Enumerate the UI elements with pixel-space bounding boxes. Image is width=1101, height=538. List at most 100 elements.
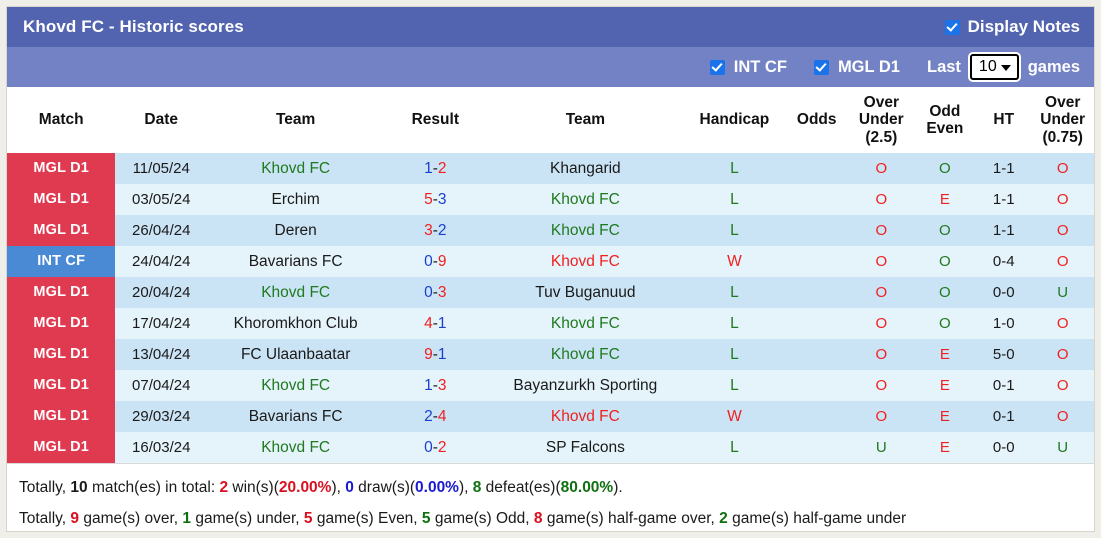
cell-match[interactable]: MGL D1 bbox=[7, 432, 116, 464]
cell-ht: 1-0 bbox=[976, 308, 1032, 340]
cell-over-under-25: O bbox=[849, 308, 914, 340]
cell-odds bbox=[784, 215, 850, 247]
display-notes-label[interactable]: Display Notes bbox=[968, 17, 1080, 37]
cell-team-home[interactable]: Bavarians FC bbox=[207, 401, 385, 433]
int-cf-label[interactable]: INT CF bbox=[734, 58, 787, 77]
league-badge: MGL D1 bbox=[7, 432, 116, 464]
cell-result[interactable]: 4-1 bbox=[384, 308, 487, 340]
cell-result[interactable]: 0-3 bbox=[384, 277, 487, 309]
cell-result[interactable]: 1-3 bbox=[384, 370, 487, 402]
score-home: 4 bbox=[424, 314, 433, 332]
cell-team-home[interactable]: Khovd FC bbox=[207, 370, 385, 402]
col-over-under-25[interactable]: Over Under (2.5) bbox=[849, 87, 914, 154]
ou25-value: O bbox=[875, 191, 888, 209]
cell-team-home[interactable]: Khovd FC bbox=[207, 153, 385, 185]
s1-p7: defeat(es)( bbox=[481, 479, 561, 497]
cell-match[interactable]: INT CF bbox=[7, 246, 116, 278]
historic-scores-panel: Khovd FC - Historic scores Display Notes… bbox=[6, 6, 1095, 532]
cell-result[interactable]: 9-1 bbox=[384, 339, 487, 371]
cell-match[interactable]: MGL D1 bbox=[7, 277, 116, 309]
cell-team-away[interactable]: SP Falcons bbox=[486, 432, 685, 464]
ou25-value: O bbox=[875, 160, 888, 178]
int-cf-checkbox[interactable] bbox=[709, 59, 725, 75]
table-row[interactable]: MGL D1 20/04/24 Khovd FC 0-3 Tuv Buganuud L O O… bbox=[7, 277, 1094, 309]
page-root: Khovd FC - Historic scores Display Notes… bbox=[0, 0, 1101, 538]
cell-match[interactable]: MGL D1 bbox=[7, 215, 116, 247]
table-row[interactable]: MGL D1 13/04/24 FC Ulaanbaatar 9-1 Khovd FC L… bbox=[7, 339, 1094, 371]
cell-team-away[interactable]: Khovd FC bbox=[486, 339, 685, 371]
cell-team-home[interactable]: Bavarians FC bbox=[207, 246, 385, 278]
cell-date: 07/04/24 bbox=[115, 370, 208, 402]
mgl-d1-label[interactable]: MGL D1 bbox=[838, 58, 900, 77]
s2-p2: game(s) over, bbox=[79, 510, 183, 528]
s2-p1: Totally, bbox=[19, 510, 71, 528]
cell-handicap: L bbox=[684, 184, 785, 216]
cell-team-home[interactable]: Erchim bbox=[207, 184, 385, 216]
cell-team-away[interactable]: Khovd FC bbox=[486, 401, 685, 433]
cell-team-home[interactable]: Khovd FC bbox=[207, 277, 385, 309]
cell-team-home[interactable]: FC Ulaanbaatar bbox=[207, 339, 385, 371]
odd-even-value: O bbox=[939, 315, 951, 333]
table-row[interactable]: INT CF 24/04/24 Bavarians FC 0-9 Khovd FC W O O… bbox=[7, 246, 1094, 278]
table-row[interactable]: MGL D1 07/04/24 Khovd FC 1-3 Bayanzurkh Spor… bbox=[7, 370, 1094, 402]
mgl-d1-checkbox[interactable] bbox=[813, 59, 829, 75]
cell-match[interactable]: MGL D1 bbox=[7, 370, 116, 402]
games-count-select[interactable]: 10 bbox=[969, 54, 1019, 80]
cell-team-away[interactable]: Khovd FC bbox=[486, 246, 685, 278]
cell-team-home[interactable]: Khoromkhon Club bbox=[207, 308, 385, 340]
col-oe-line1: Odd bbox=[929, 102, 961, 120]
games-count-value: 10 bbox=[978, 58, 997, 75]
table-row[interactable]: MGL D1 11/05/24 Khovd FC 1-2 Khangarid L O O 1-1… bbox=[7, 153, 1094, 185]
display-notes-checkbox[interactable] bbox=[944, 19, 960, 35]
cell-over-under-075: O bbox=[1031, 153, 1094, 185]
cell-result[interactable]: 5-3 bbox=[384, 184, 487, 216]
cell-result[interactable]: 3-2 bbox=[384, 215, 487, 247]
cell-team-away[interactable]: Khangarid bbox=[486, 153, 685, 185]
odd-even-value: E bbox=[939, 346, 950, 364]
cell-team-away[interactable]: Khovd FC bbox=[486, 308, 685, 340]
cell-team-home[interactable]: Khovd FC bbox=[207, 432, 385, 464]
cell-match[interactable]: MGL D1 bbox=[7, 308, 116, 340]
cell-team-away[interactable]: Bayanzurkh Sporting bbox=[486, 370, 685, 402]
table-row[interactable]: MGL D1 29/03/24 Bavarians FC 2-4 Khovd FC W O E… bbox=[7, 401, 1094, 433]
col-team-away[interactable]: Team bbox=[486, 87, 685, 154]
ht-score: 0-4 bbox=[992, 253, 1015, 271]
s2-p7: game(s) half-game under bbox=[727, 510, 907, 528]
cell-ht: 0-1 bbox=[976, 370, 1032, 402]
score-away: 3 bbox=[437, 190, 447, 208]
col-odd-even[interactable]: Odd Even bbox=[913, 87, 977, 154]
col-handicap[interactable]: Handicap bbox=[684, 87, 785, 154]
cell-date: 29/03/24 bbox=[115, 401, 208, 433]
col-ht[interactable]: HT bbox=[976, 87, 1032, 154]
s1-p3: win(s)( bbox=[228, 479, 279, 497]
cell-result[interactable]: 0-2 bbox=[384, 432, 487, 464]
col-match[interactable]: Match bbox=[7, 87, 116, 154]
cell-team-home[interactable]: Deren bbox=[207, 215, 385, 247]
col-result[interactable]: Result bbox=[384, 87, 487, 154]
odd-even-value: E bbox=[939, 377, 950, 395]
table-row[interactable]: MGL D1 03/05/24 Erchim 5-3 Khovd FC L O E 1-1 O bbox=[7, 184, 1094, 216]
s2-even: 5 bbox=[303, 510, 313, 528]
col-over-under-075[interactable]: Over Under (0.75) bbox=[1031, 87, 1094, 154]
ou25-value: O bbox=[875, 253, 888, 271]
cell-handicap: L bbox=[684, 339, 785, 371]
cell-over-under-075: O bbox=[1031, 370, 1094, 402]
cell-match[interactable]: MGL D1 bbox=[7, 184, 116, 216]
cell-match[interactable]: MGL D1 bbox=[7, 339, 116, 371]
cell-match[interactable]: MGL D1 bbox=[7, 153, 116, 185]
cell-result[interactable]: 2-4 bbox=[384, 401, 487, 433]
cell-team-away[interactable]: Tuv Buganuud bbox=[486, 277, 685, 309]
col-date[interactable]: Date bbox=[115, 87, 208, 154]
col-team-home[interactable]: Team bbox=[207, 87, 385, 154]
cell-result[interactable]: 0-9 bbox=[384, 246, 487, 278]
cell-team-away[interactable]: Khovd FC bbox=[486, 215, 685, 247]
ht-score: 0-1 bbox=[992, 408, 1015, 426]
col-odds[interactable]: Odds bbox=[784, 87, 850, 154]
table-row[interactable]: MGL D1 17/04/24 Khoromkhon Club 4-1 Khovd FC… bbox=[7, 308, 1094, 340]
table-row[interactable]: MGL D1 26/04/24 Deren 3-2 Khovd FC L O O 1-1 O bbox=[7, 215, 1094, 247]
cell-match[interactable]: MGL D1 bbox=[7, 401, 116, 433]
table-row[interactable]: MGL D1 16/03/24 Khovd FC 0-2 SP Falcons L U E 0-… bbox=[7, 432, 1094, 464]
score-home: 0 bbox=[424, 252, 433, 270]
cell-result[interactable]: 1-2 bbox=[384, 153, 487, 185]
cell-team-away[interactable]: Khovd FC bbox=[486, 184, 685, 216]
